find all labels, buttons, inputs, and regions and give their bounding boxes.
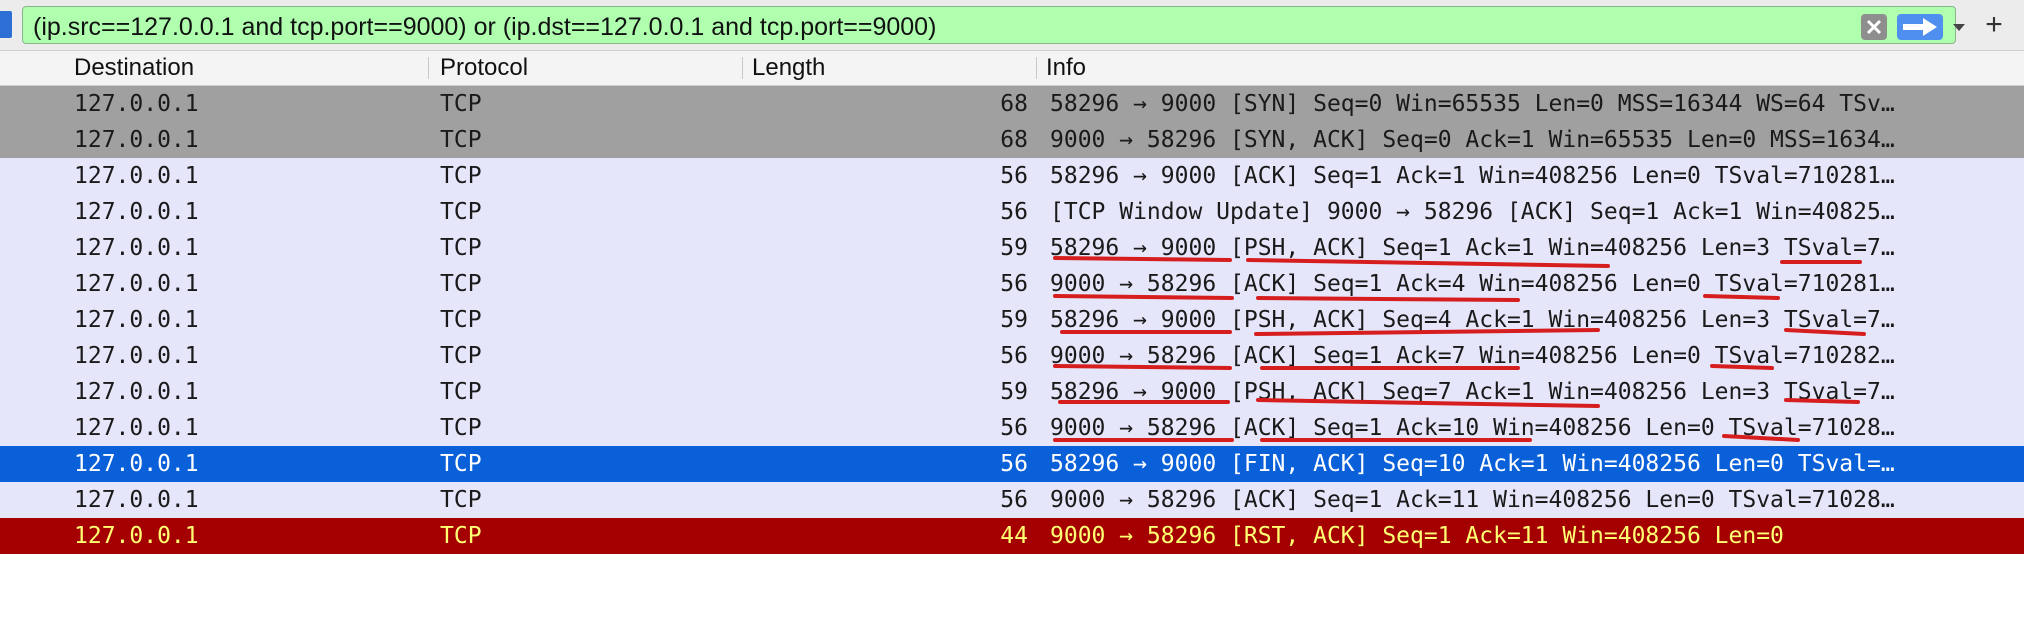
- packet-row[interactable]: 127.0.0.1 TCP 68 58296 → 9000 [SYN] Seq=0 W…: [0, 86, 2024, 122]
- packet-row[interactable]: 127.0.0.1 TCP 56 58296 → 9000 [FIN, ACK] Se…: [0, 446, 2024, 482]
- packet-info: 58296 → 9000 [SYN] Seq=0 Win=65535 Len=0…: [1050, 91, 1895, 117]
- packet-list-header: Destination Protocol Length Info: [0, 50, 2024, 86]
- column-divider[interactable]: [742, 57, 743, 79]
- packet-protocol: TCP: [440, 451, 482, 477]
- packet-info: 9000 → 58296 [ACK] Seq=1 Ack=4 Win=40825…: [1050, 271, 1895, 297]
- packet-row[interactable]: 127.0.0.1 TCP 59 58296 → 9000 [PSH, ACK] Se…: [0, 230, 2024, 266]
- packet-protocol: TCP: [440, 271, 482, 297]
- packet-info: 58296 → 9000 [PSH, ACK] Seq=1 Ack=1 Win=…: [1050, 235, 1895, 261]
- packet-row[interactable]: 127.0.0.1 TCP 68 9000 → 58296 [SYN, ACK] Se…: [0, 122, 2024, 158]
- packet-length: 59: [1000, 307, 1028, 333]
- column-header-length[interactable]: Length: [752, 51, 825, 85]
- add-filter-button[interactable]: +: [1974, 6, 2014, 44]
- apply-filter-button[interactable]: [1897, 14, 1943, 40]
- close-icon: [1866, 19, 1882, 35]
- column-divider[interactable]: [1036, 57, 1037, 79]
- packet-destination: 127.0.0.1: [74, 379, 199, 405]
- packet-length: 59: [1000, 235, 1028, 261]
- packet-info: 9000 → 58296 [SYN, ACK] Seq=0 Ack=1 Win=…: [1050, 127, 1895, 153]
- packet-length: 56: [1000, 415, 1028, 441]
- packet-length: 56: [1000, 271, 1028, 297]
- packet-info: 9000 → 58296 [ACK] Seq=1 Ack=10 Win=4082…: [1050, 415, 1895, 441]
- packet-protocol: TCP: [440, 343, 482, 369]
- packet-length: 56: [1000, 451, 1028, 477]
- packet-protocol: TCP: [440, 163, 482, 189]
- packet-protocol: TCP: [440, 127, 482, 153]
- packet-protocol: TCP: [440, 523, 482, 549]
- packet-destination: 127.0.0.1: [74, 163, 199, 189]
- packet-info: 58296 → 9000 [FIN, ACK] Seq=10 Ack=1 Win…: [1050, 451, 1895, 477]
- packet-info: 9000 → 58296 [RST, ACK] Seq=1 Ack=11 Win…: [1050, 523, 1784, 549]
- packet-destination: 127.0.0.1: [74, 199, 199, 225]
- packet-info: 58296 → 9000 [PSH, ACK] Seq=4 Ack=1 Win=…: [1050, 307, 1895, 333]
- packet-protocol: TCP: [440, 379, 482, 405]
- packet-protocol: TCP: [440, 199, 482, 225]
- apply-arrow-icon: [1903, 18, 1937, 36]
- packet-list: 127.0.0.1 TCP 68 58296 → 9000 [SYN] Seq=0 W…: [0, 86, 2024, 554]
- packet-info: 58296 → 9000 [ACK] Seq=1 Ack=1 Win=40825…: [1050, 163, 1895, 189]
- display-filter-input[interactable]: (ip.src==127.0.0.1 and tcp.port==9000) o…: [22, 6, 1965, 44]
- packet-protocol: TCP: [440, 487, 482, 513]
- packet-protocol: TCP: [440, 235, 482, 261]
- column-header-info[interactable]: Info: [1046, 51, 1086, 85]
- column-header-protocol[interactable]: Protocol: [440, 51, 528, 85]
- packet-info: 58296 → 9000 [PSH, ACK] Seq=7 Ack=1 Win=…: [1050, 379, 1895, 405]
- display-filter-toolbar: (ip.src==127.0.0.1 and tcp.port==9000) o…: [0, 0, 2024, 50]
- chevron-down-icon: [1953, 24, 1965, 31]
- packet-destination: 127.0.0.1: [74, 127, 199, 153]
- packet-row[interactable]: 127.0.0.1 TCP 56 58296 → 9000 [ACK] Seq=1 A…: [0, 158, 2024, 194]
- packet-length: 56: [1000, 199, 1028, 225]
- packet-length: 68: [1000, 91, 1028, 117]
- packet-destination: 127.0.0.1: [74, 487, 199, 513]
- packet-protocol: TCP: [440, 307, 482, 333]
- packet-length: 68: [1000, 127, 1028, 153]
- packet-row[interactable]: 127.0.0.1 TCP 44 9000 → 58296 [RST, ACK] Se…: [0, 518, 2024, 554]
- packet-row[interactable]: 127.0.0.1 TCP 59 58296 → 9000 [PSH, ACK] Se…: [0, 374, 2024, 410]
- packet-length: 56: [1000, 163, 1028, 189]
- column-header-destination[interactable]: Destination: [74, 51, 194, 85]
- packet-length: 44: [1000, 523, 1028, 549]
- column-divider[interactable]: [428, 57, 429, 79]
- packet-length: 56: [1000, 487, 1028, 513]
- packet-length: 56: [1000, 343, 1028, 369]
- packet-protocol: TCP: [440, 91, 482, 117]
- packet-destination: 127.0.0.1: [74, 415, 199, 441]
- packet-row[interactable]: 127.0.0.1 TCP 56 [TCP Window Update] 9000 →…: [0, 194, 2024, 230]
- bookmark-icon[interactable]: [0, 11, 12, 38]
- filter-history-dropdown[interactable]: [1949, 15, 1969, 39]
- packet-destination: 127.0.0.1: [74, 91, 199, 117]
- packet-row[interactable]: 127.0.0.1 TCP 56 9000 → 58296 [ACK] Seq=1 A…: [0, 482, 2024, 518]
- packet-protocol: TCP: [440, 415, 482, 441]
- packet-destination: 127.0.0.1: [74, 523, 199, 549]
- packet-row[interactable]: 127.0.0.1 TCP 56 9000 → 58296 [ACK] Seq=1 A…: [0, 338, 2024, 374]
- packet-row[interactable]: 127.0.0.1 TCP 56 9000 → 58296 [ACK] Seq=1 A…: [0, 266, 2024, 302]
- packet-row[interactable]: 127.0.0.1 TCP 56 9000 → 58296 [ACK] Seq=1 A…: [0, 410, 2024, 446]
- packet-destination: 127.0.0.1: [74, 307, 199, 333]
- filter-expression[interactable]: (ip.src==127.0.0.1 and tcp.port==9000) o…: [33, 13, 936, 42]
- packet-length: 59: [1000, 379, 1028, 405]
- packet-info: 9000 → 58296 [ACK] Seq=1 Ack=11 Win=4082…: [1050, 487, 1895, 513]
- packet-destination: 127.0.0.1: [74, 451, 199, 477]
- packet-info: [TCP Window Update] 9000 → 58296 [ACK] S…: [1050, 199, 1895, 225]
- packet-destination: 127.0.0.1: [74, 343, 199, 369]
- clear-filter-icon[interactable]: [1861, 14, 1887, 40]
- packet-destination: 127.0.0.1: [74, 271, 199, 297]
- packet-destination: 127.0.0.1: [74, 235, 199, 261]
- packet-info: 9000 → 58296 [ACK] Seq=1 Ack=7 Win=40825…: [1050, 343, 1895, 369]
- packet-row[interactable]: 127.0.0.1 TCP 59 58296 → 9000 [PSH, ACK] Se…: [0, 302, 2024, 338]
